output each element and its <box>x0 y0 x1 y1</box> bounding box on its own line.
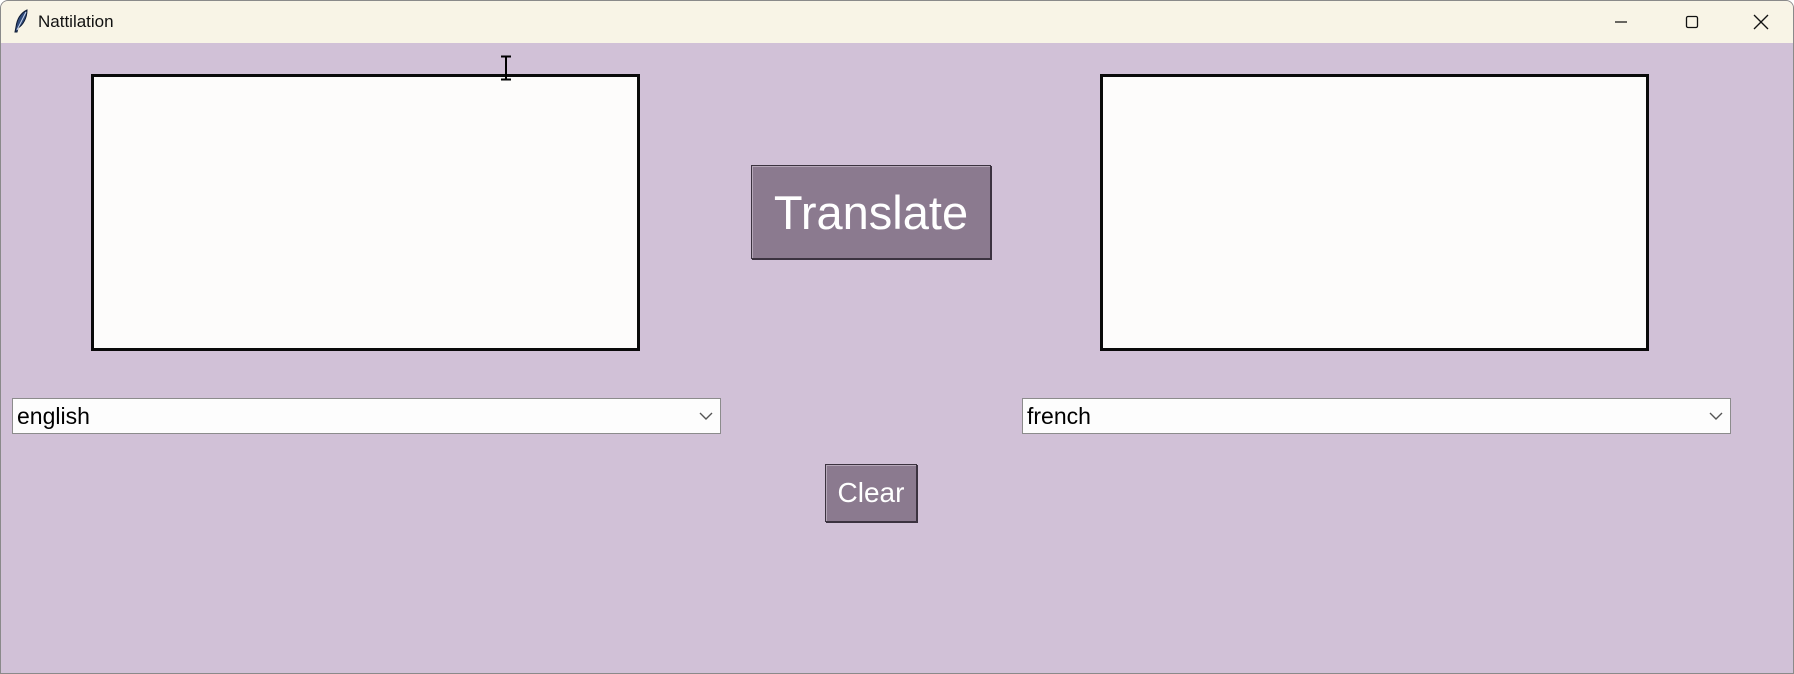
source-text-input[interactable] <box>91 74 640 351</box>
translate-button[interactable]: Translate <box>751 165 991 259</box>
chevron-down-icon[interactable] <box>692 399 720 433</box>
source-language-select[interactable]: english <box>12 398 721 434</box>
maximize-icon <box>1685 15 1699 29</box>
feather-icon <box>12 9 30 33</box>
target-language-select[interactable]: french <box>1022 398 1731 434</box>
title-bar[interactable]: Nattilation <box>1 1 1793 43</box>
minimize-icon <box>1614 15 1628 29</box>
target-language-value: french <box>1027 402 1091 429</box>
source-language-value: english <box>17 402 90 429</box>
app-window: Nattilation Translate english french Cle… <box>0 0 1794 674</box>
close-button[interactable] <box>1731 1 1791 43</box>
minimize-button[interactable] <box>1591 1 1651 43</box>
maximize-button[interactable] <box>1662 1 1722 43</box>
chevron-down-icon[interactable] <box>1702 399 1730 433</box>
translated-text-output[interactable] <box>1100 74 1649 351</box>
close-icon <box>1753 14 1769 30</box>
window-title: Nattilation <box>38 12 114 31</box>
clear-button[interactable]: Clear <box>825 464 917 522</box>
main-panel: Translate english french Clear <box>1 43 1793 673</box>
